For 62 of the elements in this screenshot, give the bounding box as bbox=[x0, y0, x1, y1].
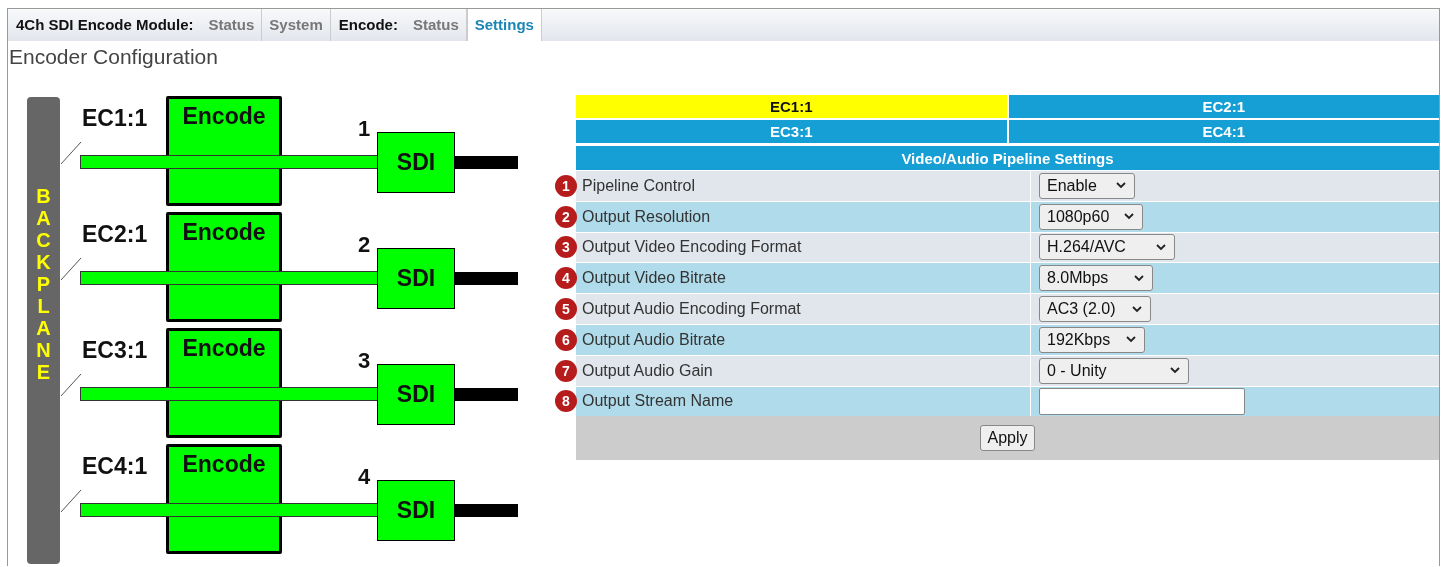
apply-button[interactable]: Apply bbox=[980, 425, 1035, 452]
channel-tab[interactable]: EC1:1 bbox=[576, 95, 1007, 118]
chevron-down-icon bbox=[1132, 305, 1142, 313]
section-title: Video/Audio Pipeline Settings bbox=[576, 146, 1439, 170]
nav-tab[interactable]: System bbox=[262, 9, 331, 41]
input-field[interactable] bbox=[1039, 387, 1245, 415]
setting-label: Pipeline Control bbox=[581, 176, 695, 195]
setting-label: Output Video Encoding Format bbox=[581, 238, 802, 257]
number-badge: 1 bbox=[555, 174, 577, 197]
dropdown[interactable]: 8.0Mbps bbox=[1039, 265, 1153, 292]
channel-label: EC1:1 bbox=[82, 105, 148, 132]
encode-label: Encode bbox=[182, 103, 266, 130]
number-badge: 4 bbox=[555, 267, 577, 290]
number-badge: 7 bbox=[555, 359, 577, 382]
dropdown[interactable]: AC3 (2.0) bbox=[1039, 296, 1151, 323]
number-badge: 6 bbox=[555, 328, 577, 351]
leader-line bbox=[60, 141, 82, 165]
sdi-label: SDI bbox=[396, 149, 436, 176]
nav-tab[interactable]: Status bbox=[405, 9, 467, 41]
nav-tab[interactable]: Status bbox=[201, 9, 263, 41]
number-badge: 8 bbox=[555, 390, 577, 413]
backplane-label: BACKPLANE bbox=[35, 185, 52, 383]
leader-line bbox=[60, 489, 82, 513]
chevron-down-icon bbox=[1170, 367, 1180, 375]
encode-label: Encode bbox=[182, 335, 266, 362]
dropdown[interactable]: 1080p60 bbox=[1039, 203, 1143, 230]
setting-label: Output Video Bitrate bbox=[581, 269, 726, 288]
port-number: 4 bbox=[358, 464, 371, 490]
chevron-down-icon bbox=[1116, 182, 1126, 190]
page-heading: Encoder Configuration bbox=[8, 44, 219, 70]
setting-label: Output Stream Name bbox=[581, 392, 734, 411]
leader-line bbox=[60, 373, 82, 397]
dropdown[interactable]: Enable bbox=[1039, 172, 1135, 199]
setting-label: Output Audio Bitrate bbox=[581, 330, 726, 349]
encode-label: Encode bbox=[182, 451, 266, 478]
number-badge: 5 bbox=[555, 298, 577, 321]
number-badge: 2 bbox=[555, 205, 577, 228]
module-label: Encode: bbox=[337, 15, 399, 35]
port-number: 3 bbox=[358, 348, 371, 374]
channel-label: EC4:1 bbox=[82, 453, 148, 480]
port-number: 1 bbox=[358, 116, 371, 142]
dropdown[interactable]: 0 - Unity bbox=[1039, 357, 1189, 384]
channel-label: EC2:1 bbox=[82, 221, 148, 248]
setting-label: Output Audio Gain bbox=[581, 361, 713, 380]
setting-label: Output Resolution bbox=[581, 207, 711, 226]
dropdown[interactable]: 192Kbps bbox=[1039, 326, 1145, 353]
encode-label: Encode bbox=[182, 219, 266, 246]
channel-label: EC3:1 bbox=[82, 337, 148, 364]
setting-label: Output Audio Encoding Format bbox=[581, 300, 801, 319]
leader-line bbox=[60, 257, 82, 281]
port-number: 2 bbox=[358, 232, 371, 258]
number-badge: 3 bbox=[555, 236, 577, 259]
chevron-down-icon bbox=[1156, 244, 1166, 251]
chevron-down-icon bbox=[1134, 274, 1144, 282]
sdi-label: SDI bbox=[396, 265, 436, 292]
chevron-down-icon bbox=[1124, 213, 1134, 221]
sdi-label: SDI bbox=[396, 497, 436, 524]
chevron-down-icon bbox=[1126, 336, 1136, 344]
nav-tab[interactable]: Settings bbox=[466, 9, 542, 41]
sdi-label: SDI bbox=[396, 381, 436, 408]
dropdown[interactable]: H.264/AVC bbox=[1039, 234, 1175, 261]
module-label: 4Ch SDI Encode Module: bbox=[15, 15, 195, 35]
